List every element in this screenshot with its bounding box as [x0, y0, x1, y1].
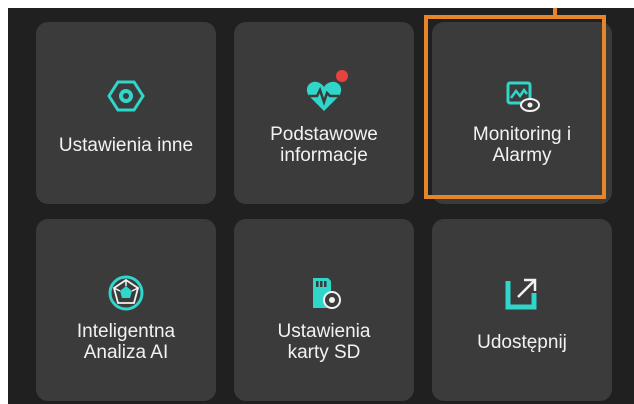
tile-ustawienia-karty-sd[interactable]: Ustawienia karty SD	[234, 219, 414, 401]
tile-label: Udostępnij	[477, 332, 567, 353]
tile-monitoring-i-alarmy[interactable]: Monitoring i Alarmy	[432, 22, 612, 204]
tile-inteligentna-analiza-ai[interactable]: Inteligentna Analiza AI	[36, 219, 216, 401]
tile-label: Ustawienia karty SD	[277, 321, 371, 363]
tile-label: Ustawienia inne	[58, 135, 194, 156]
tile-podstawowe-informacje[interactable]: Podstawowe informacje	[234, 22, 414, 204]
monitoring-eye-icon	[502, 76, 542, 116]
tile-ustawienia-inne[interactable]: Ustawienia inne	[36, 22, 216, 204]
sd-card-settings-icon	[304, 273, 344, 313]
settings-hexagon-icon	[106, 76, 146, 116]
heart-pulse-icon	[304, 70, 348, 116]
tile-label: Inteligentna Analiza AI	[76, 321, 176, 363]
ai-polygon-icon	[106, 273, 146, 313]
settings-screen: Ustawienia inne Podstawowe informacje Mo…	[8, 8, 634, 404]
tile-label: Monitoring i Alarmy	[472, 124, 572, 166]
selection-highlight-pointer	[553, 8, 557, 18]
tile-label: Podstawowe informacje	[270, 124, 378, 166]
notification-badge	[336, 70, 348, 82]
tile-udostepnij[interactable]: Udostępnij	[432, 219, 612, 401]
share-icon	[502, 273, 542, 313]
